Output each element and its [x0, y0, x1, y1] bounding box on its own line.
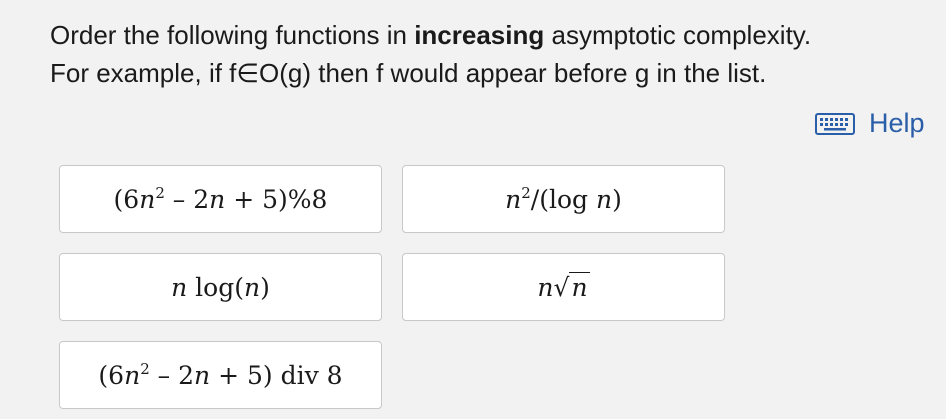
square-root: √n [553, 271, 590, 302]
function-expression: (6n2 – 2n + 5)%8 [113, 183, 328, 214]
draggable-item-3[interactable]: n log(n) [59, 253, 382, 321]
function-expression: n√n [537, 271, 590, 302]
draggable-item-4[interactable]: n√n [402, 253, 725, 321]
keyboard-icon [815, 112, 855, 135]
draggable-item-1[interactable]: (6n2 – 2n + 5)%8 [59, 165, 382, 233]
instructions-emphasis: increasing [414, 20, 545, 50]
function-expression: (6n2 – 2n + 5) div 8 [98, 359, 343, 390]
instructions-line-2: For example, if f∈O(g) then f would appe… [50, 58, 767, 88]
draggable-item-2[interactable]: n2/(log n) [402, 165, 725, 233]
draggable-item-5[interactable]: (6n2 – 2n + 5) div 8 [59, 341, 382, 409]
help-label: Help [869, 108, 925, 138]
instructions-text-end: asymptotic complexity. [544, 20, 812, 50]
instructions-text: Order the following functions in [50, 20, 415, 50]
function-expression: n log(n) [171, 272, 270, 302]
function-expression: n2/(log n) [505, 183, 622, 214]
instructions-line-1: Order the following functions in increas… [50, 16, 940, 54]
help-link[interactable]: Help [815, 108, 925, 139]
instructions: Order the following functions in increas… [50, 16, 940, 92]
